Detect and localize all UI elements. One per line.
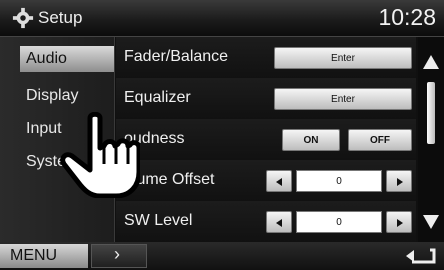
volume-offset-increase-button[interactable] <box>386 170 412 192</box>
arrow-left-icon <box>276 178 282 186</box>
equalizer-label: Equalizer <box>124 89 191 106</box>
fader-balance-label: Fader/Balance <box>124 48 229 65</box>
equalizer-enter-button[interactable]: Enter <box>274 88 412 110</box>
fader-balance-enter-button[interactable]: Enter <box>274 47 412 69</box>
volume-offset-stepper: 0 <box>266 170 412 192</box>
gear-icon <box>12 7 34 29</box>
list-item: SW Level 0 <box>116 201 416 243</box>
arrow-left-icon <box>276 219 282 227</box>
sw-level-decrease-button[interactable] <box>266 211 292 233</box>
sw-level-increase-button[interactable] <box>386 211 412 233</box>
loudness-on-button[interactable]: ON <box>282 129 340 151</box>
bottom-bar: MENU › <box>0 242 444 270</box>
menu-button[interactable]: MENU <box>0 244 88 268</box>
arrow-right-icon <box>397 219 403 227</box>
sw-level-label: SW Level <box>124 212 193 229</box>
settings-list: Fader/Balance Enter Equalizer Enter oudn… <box>116 37 416 243</box>
volume-offset-value: 0 <box>296 170 382 192</box>
scroll-down-icon[interactable] <box>423 215 439 229</box>
back-arrow-icon[interactable] <box>400 245 440 267</box>
scroll-thumb[interactable] <box>427 82 435 144</box>
loudness-off-button[interactable]: OFF <box>348 129 412 151</box>
scrollbar[interactable] <box>418 37 444 242</box>
list-item: oudness ON OFF <box>116 119 416 161</box>
sw-level-stepper: 0 <box>266 211 412 233</box>
top-bar: Setup 10:28 <box>0 0 444 37</box>
arrow-right-icon <box>397 178 403 186</box>
volume-offset-decrease-button[interactable] <box>266 170 292 192</box>
clock: 10:28 <box>378 4 436 30</box>
list-item: Equalizer Enter <box>116 78 416 120</box>
page-title: Setup <box>38 8 83 27</box>
sw-level-value: 0 <box>296 211 382 233</box>
pointing-hand-icon <box>60 112 140 198</box>
list-item: olume Offset 0 <box>116 160 416 202</box>
sidebar-item-display[interactable]: Display <box>20 83 114 109</box>
next-button[interactable]: › <box>91 244 147 268</box>
setup-screen: Setup 10:28 Audio Display Input Syste Fa… <box>0 0 444 270</box>
sidebar-item-audio[interactable]: Audio <box>20 46 114 72</box>
list-item: Fader/Balance Enter <box>116 37 416 79</box>
chevron-right-icon: › <box>114 244 120 264</box>
scroll-up-icon[interactable] <box>423 55 439 69</box>
